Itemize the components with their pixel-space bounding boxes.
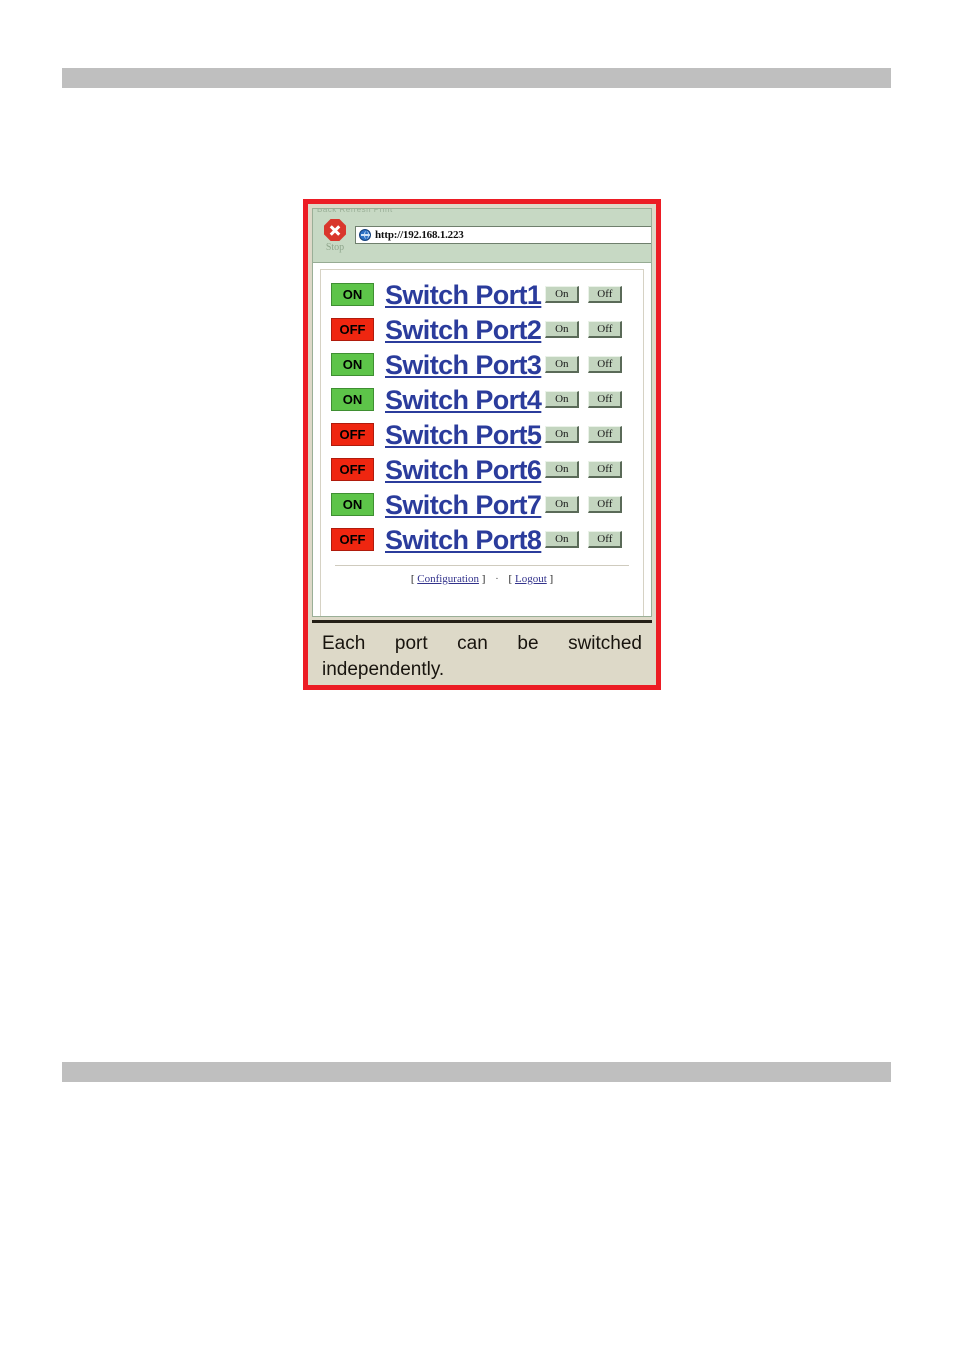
port-on-button[interactable]: On xyxy=(545,531,580,548)
browser-toolbar: Stop http://192.168.1.223 xyxy=(313,217,651,263)
table-row: ON Switch Port3 On Off xyxy=(331,347,637,382)
table-row: OFF Switch Port6 On Off xyxy=(331,452,637,487)
status-badge: ON xyxy=(331,283,374,306)
bracket-close: ] xyxy=(481,573,486,585)
port-button-group: On Off xyxy=(545,426,623,443)
port-link[interactable]: Switch Port5 xyxy=(385,420,542,450)
page-top-rule xyxy=(62,68,891,88)
logout-link[interactable]: Logout xyxy=(515,573,547,585)
port-on-button[interactable]: On xyxy=(545,391,580,408)
port-link[interactable]: Switch Port8 xyxy=(385,525,542,555)
browser-window: Back Refresh Print Stop http://192.168.1… xyxy=(312,208,652,617)
port-on-button[interactable]: On xyxy=(545,461,580,478)
port-button-group: On Off xyxy=(545,531,623,548)
port-link[interactable]: Switch Port1 xyxy=(385,280,542,310)
stop-button[interactable]: Stop xyxy=(318,219,352,259)
page-content-inner: ON Switch Port1 On Off OFF Switch Port2 … xyxy=(320,269,644,616)
figure-frame: Back Refresh Print Stop http://192.168.1… xyxy=(303,199,661,690)
port-button-group: On Off xyxy=(545,461,623,478)
configuration-link[interactable]: Configuration xyxy=(417,573,479,585)
bracket-open: [ xyxy=(410,573,415,585)
table-row: ON Switch Port4 On Off xyxy=(331,382,637,417)
port-off-button[interactable]: Off xyxy=(588,356,623,373)
bracket-close: ] xyxy=(549,573,554,585)
status-badge: OFF xyxy=(331,318,374,341)
status-badge: ON xyxy=(331,353,374,376)
port-list: ON Switch Port1 On Off OFF Switch Port2 … xyxy=(321,274,643,557)
toolbar-ghost-text: Back Refresh Print xyxy=(317,209,393,214)
port-link[interactable]: Switch Port3 xyxy=(385,350,542,380)
caption-divider xyxy=(312,620,652,623)
port-off-button[interactable]: Off xyxy=(588,391,623,408)
port-off-button[interactable]: Off xyxy=(588,461,623,478)
port-link[interactable]: Switch Port4 xyxy=(385,385,542,415)
footer-links: [ Configuration ] · [ Logout ] xyxy=(321,573,643,585)
port-button-group: On Off xyxy=(545,286,623,303)
table-row: OFF Switch Port8 On Off xyxy=(331,522,637,557)
port-off-button[interactable]: Off xyxy=(588,426,623,443)
port-button-group: On Off xyxy=(545,356,623,373)
port-link[interactable]: Switch Port6 xyxy=(385,455,542,485)
figure-caption: Each port can be switched independently. xyxy=(322,633,642,680)
port-on-button[interactable]: On xyxy=(545,356,580,373)
address-bar-value: http://192.168.1.223 xyxy=(375,229,464,241)
bracket-open: [ xyxy=(508,573,513,585)
browser-toolbar-top-strip: Back Refresh Print xyxy=(313,209,651,217)
table-row: OFF Switch Port5 On Off xyxy=(331,417,637,452)
table-row: ON Switch Port7 On Off xyxy=(331,487,637,522)
status-badge: OFF xyxy=(331,528,374,551)
table-row: ON Switch Port1 On Off xyxy=(331,277,637,312)
stop-octagon-x-icon xyxy=(324,219,346,241)
port-button-group: On Off xyxy=(545,391,623,408)
port-link[interactable]: Switch Port2 xyxy=(385,315,542,345)
port-link[interactable]: Switch Port7 xyxy=(385,490,542,520)
port-off-button[interactable]: Off xyxy=(588,286,623,303)
port-off-button[interactable]: Off xyxy=(588,321,623,338)
footer-separator: · xyxy=(495,573,499,585)
port-on-button[interactable]: On xyxy=(545,321,580,338)
page-content: ON Switch Port1 On Off OFF Switch Port2 … xyxy=(313,263,651,616)
status-badge: ON xyxy=(331,493,374,516)
port-on-button[interactable]: On xyxy=(545,426,580,443)
port-off-button[interactable]: Off xyxy=(588,531,623,548)
port-button-group: On Off xyxy=(545,321,623,338)
status-badge: ON xyxy=(331,388,374,411)
globe-icon xyxy=(359,229,371,241)
table-row: OFF Switch Port2 On Off xyxy=(331,312,637,347)
status-badge: OFF xyxy=(331,458,374,481)
port-off-button[interactable]: Off xyxy=(588,496,623,513)
footer-divider xyxy=(335,565,629,566)
page-bottom-rule xyxy=(62,1062,891,1082)
stop-button-label: Stop xyxy=(325,242,345,253)
status-badge: OFF xyxy=(331,423,374,446)
address-bar[interactable]: http://192.168.1.223 xyxy=(355,226,651,244)
port-on-button[interactable]: On xyxy=(545,286,580,303)
port-on-button[interactable]: On xyxy=(545,496,580,513)
port-button-group: On Off xyxy=(545,496,623,513)
